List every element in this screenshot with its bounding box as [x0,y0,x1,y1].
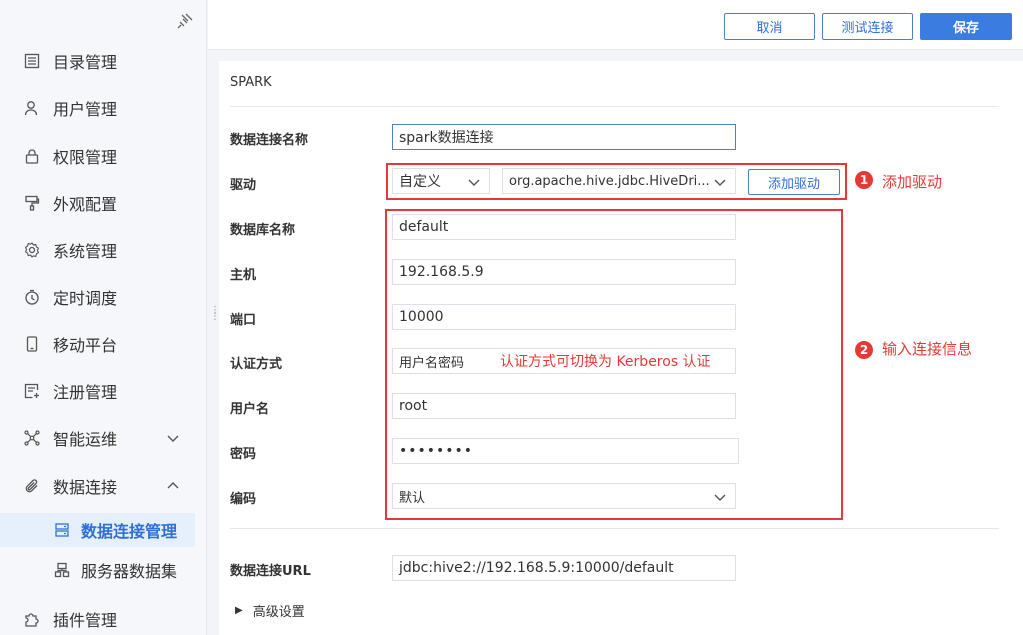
sidebar-item-label: 移动平台 [53,336,118,355]
highlight-box-driver [386,163,847,200]
password-label: 密码 [230,447,257,462]
sidebar-item-permissions[interactable]: 权限管理 [0,136,207,176]
sidebar-item-users[interactable]: 用户管理 [0,88,207,128]
pin-icon[interactable] [176,13,194,31]
annotation-note-2: 输入连接信息 [882,340,973,358]
host-label: 主机 [230,268,257,283]
clock-icon [22,287,42,307]
url-label: 数据连接URL [230,564,311,579]
sidebar-item-label: 数据连接 [53,478,118,497]
save-button[interactable]: 保存 [920,13,1012,40]
advanced-label: 高级设置 [252,605,305,620]
db-name-label: 数据库名称 [230,223,296,238]
encoding-label: 编码 [230,492,257,507]
paperclip-icon [22,476,42,496]
sidebar-subitem-label: 数据连接管理 [81,522,178,541]
network-icon [22,428,42,448]
annotation-badge-1: 1 [855,171,873,189]
user-icon [22,98,42,118]
highlight-box-connection-info [385,209,843,520]
sidebar-item-mobile[interactable]: 移动平台 [0,324,207,364]
register-icon [22,381,42,401]
toolbar: 取消 测试连接 保存 [208,0,1023,50]
sidebar-item-schedule[interactable]: 定时调度 [0,277,207,317]
test-connection-button[interactable]: 测试连接 [822,13,913,40]
sidebar-subitem-label: 服务器数据集 [81,562,178,581]
sidebar-subitem-connection-management[interactable]: 数据连接管理 [0,513,195,547]
sidebar-item-label: 用户管理 [53,100,118,119]
list-icon [22,51,42,71]
divider [230,106,999,107]
conn-name-input[interactable]: spark数据连接 [392,124,736,150]
sidebar-item-label: 智能运维 [53,430,118,449]
sidebar-item-label: 插件管理 [53,611,118,630]
sidebar-item-data-connection[interactable]: 数据连接 [0,466,207,506]
chevron-down-icon [165,430,181,446]
sidebar-item-registration[interactable]: 注册管理 [0,371,207,411]
annotation-badge-2: 2 [855,341,873,359]
sidebar-item-label: 目录管理 [53,53,118,72]
auth-label: 认证方式 [230,357,283,372]
mobile-icon [22,334,42,354]
resize-handle[interactable]: ⋮ ⋮ [210,306,220,326]
sidebar-item-label: 注册管理 [53,383,118,402]
port-label: 端口 [230,313,257,328]
brush-icon [22,193,42,213]
divider [230,528,999,529]
puzzle-icon [22,609,42,629]
sidebar-subitem-server-dataset[interactable]: 服务器数据集 [0,553,207,587]
conn-name-label: 数据连接名称 [230,133,309,148]
sidebar-item-plugins[interactable]: 插件管理 [0,599,207,635]
sidebar: 目录管理 用户管理 权限管理 外观配置 系统管理 定时调度 移动平台 注册管理 … [0,0,207,635]
advanced-settings-toggle[interactable]: ▶ 高级设置 [235,601,305,620]
annotation-note-1: 添加驱动 [882,173,943,191]
chevron-up-icon [165,478,181,494]
user-label: 用户名 [230,402,270,417]
connection-form: SPARK 数据连接名称 spark数据连接 驱动 自定义 org.apache… [219,61,1023,635]
sidebar-item-system[interactable]: 系统管理 [0,230,207,270]
driver-label: 驱动 [230,178,257,193]
url-input[interactable]: jdbc:hive2://192.168.5.9:10000/default [392,555,736,581]
lock-icon [22,146,42,166]
sidebar-item-label: 权限管理 [53,148,118,167]
server-dataset-icon [53,561,71,579]
cancel-button[interactable]: 取消 [724,13,815,40]
sidebar-item-label: 系统管理 [53,242,118,261]
sidebar-item-appearance[interactable]: 外观配置 [0,183,207,223]
sidebar-item-ops[interactable]: 智能运维 [0,418,207,458]
form-title: SPARK [230,75,272,90]
gear-icon [22,240,42,260]
sidebar-item-label: 定时调度 [53,289,118,308]
sidebar-item-catalog[interactable]: 目录管理 [0,41,207,81]
sidebar-item-label: 外观配置 [53,195,118,214]
database-icon [53,521,71,539]
caret-right-icon: ▶ [235,605,243,616]
